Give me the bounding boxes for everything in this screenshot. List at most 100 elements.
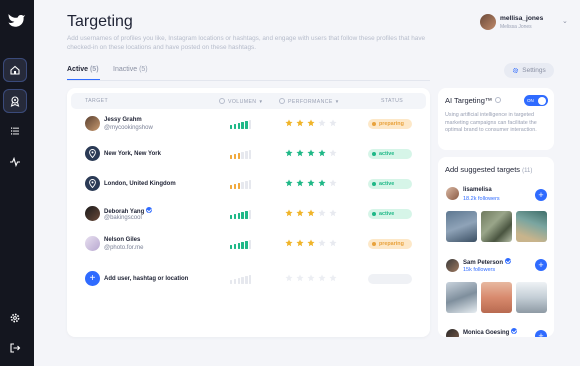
target-name: New York, New York (104, 151, 161, 157)
status-badge[interactable]: active (368, 209, 412, 219)
toggle-knob (538, 96, 546, 105)
suggested-count: (11) (522, 168, 533, 174)
ai-targeting-toggle[interactable]: ON (524, 95, 548, 106)
avatar (446, 187, 459, 200)
star-icon (307, 149, 315, 157)
add-suggested-button[interactable]: + (535, 189, 547, 201)
gear-icon (10, 313, 20, 323)
plus-icon[interactable]: + (85, 271, 100, 286)
avatar (446, 259, 459, 272)
status-placeholder (368, 274, 412, 284)
nav-activity-button[interactable] (3, 150, 27, 174)
performance-stars (285, 239, 337, 247)
volume-bar-segment (245, 211, 248, 219)
suggested-photo[interactable] (516, 211, 547, 242)
nav-targeting-button[interactable] (3, 89, 27, 113)
volume-bar-segment (230, 215, 233, 219)
star-icon (329, 179, 337, 187)
suggested-photo[interactable] (446, 282, 477, 313)
nav-list-button[interactable] (3, 119, 27, 143)
volume-bar-segment (248, 120, 252, 129)
avatar (446, 329, 459, 337)
volume-bar-segment (245, 181, 248, 189)
suggested-photo[interactable] (481, 282, 512, 313)
nav-home-button[interactable] (3, 58, 27, 82)
nav-logout-button[interactable] (3, 336, 27, 360)
table-row[interactable]: Jessy Grahm @mycookingshow preparing (67, 110, 430, 138)
nav-settings-button[interactable] (3, 306, 27, 330)
add-target-row[interactable]: + Add user, hashtag or location (67, 265, 430, 293)
chevron-down-icon[interactable]: ⌄ (562, 17, 568, 25)
target-name: Jessy Grahm (104, 117, 142, 123)
star-icon (318, 274, 326, 282)
table-row[interactable]: Nelson Giles @photo.for.me preparing (67, 230, 430, 258)
header-performance[interactable]: PERFORMANCE ▼ (279, 98, 340, 105)
suggested-photo[interactable] (516, 282, 547, 313)
tab-inactive-label: Inactive (113, 66, 138, 73)
volume-bar-segment (241, 182, 244, 189)
performance-stars (285, 149, 337, 157)
targets-table: TARGET VOLUMEN ▼ PERFORMANCE ▼ STATUS Jess… (67, 88, 430, 337)
add-target-label: Add user, hashtag or location (104, 276, 189, 282)
bird-logo-icon[interactable] (6, 10, 26, 30)
tab-inactive[interactable]: Inactive (5) (113, 66, 148, 73)
table-row[interactable]: Deborah Yang @bakingscool active (67, 200, 430, 228)
status-dot (372, 182, 376, 186)
add-suggested-button[interactable]: + (535, 330, 547, 337)
toggle-label: ON (527, 98, 534, 103)
suggested-photo[interactable] (446, 211, 477, 242)
location-pin-icon (89, 149, 96, 159)
status-badge[interactable]: active (368, 179, 412, 189)
header-volume[interactable]: VOLUMEN ▼ (219, 98, 263, 105)
settings-button[interactable]: Settings (504, 63, 554, 78)
user-menu[interactable]: mellisa_jones Melissa Jones ⌄ (480, 14, 580, 34)
target-handle: @photo.for.me (104, 245, 144, 251)
suggested-name: Sam Peterson (463, 258, 512, 266)
gear-icon (513, 67, 519, 74)
settings-label: Settings (522, 67, 546, 74)
suggested-followers: 18.2k followers (463, 196, 500, 202)
star-icon (296, 119, 304, 127)
divider (67, 80, 430, 81)
logout-icon (10, 343, 21, 353)
status-badge[interactable]: preparing (368, 119, 412, 129)
user-name: mellisa_jones (500, 15, 544, 22)
star-icon (307, 209, 315, 217)
status-label: preparing (379, 121, 404, 127)
header-target: TARGET (85, 98, 109, 104)
main-content: Targeting Add usernames of profiles you … (34, 0, 580, 366)
star-icon (307, 179, 315, 187)
volume-bar-segment (237, 183, 240, 189)
ai-targeting-card: AI Targeting™ ON Using artificial intell… (438, 88, 554, 150)
star-icon (329, 209, 337, 217)
star-icon (296, 274, 304, 282)
verified-icon (146, 207, 153, 213)
target-icon (10, 96, 20, 107)
suggested-photo[interactable] (481, 211, 512, 242)
sidebar (0, 0, 34, 366)
volume-bar-segment (233, 244, 237, 249)
volume-bar-segment (241, 122, 244, 129)
star-icon (307, 239, 315, 247)
suggested-name-text: Sam Peterson (463, 260, 504, 266)
status-badge[interactable]: active (368, 149, 412, 159)
suggested-name-text: Monica Goesing (463, 330, 510, 336)
status-badge[interactable]: preparing (368, 239, 412, 249)
star-icon (285, 119, 293, 127)
tab-inactive-count: (5) (139, 66, 148, 73)
page-title: Targeting (67, 13, 133, 30)
table-row[interactable]: London, United Kingdom active (67, 170, 430, 198)
performance-stars (285, 179, 337, 187)
target-name-text: London, United Kingdom (104, 181, 176, 187)
status-label: preparing (379, 241, 404, 247)
info-icon (219, 98, 225, 104)
table-row[interactable]: New York, New York active (67, 140, 430, 168)
volume-bar-segment (237, 123, 240, 129)
star-icon (318, 179, 326, 187)
target-name: Deborah Yang (104, 207, 153, 215)
status-dot (372, 152, 376, 156)
tab-active[interactable]: Active (5) (67, 66, 99, 73)
suggested-targets-card: Add suggested targets (11) lisamelisa 18… (438, 157, 554, 337)
add-suggested-button[interactable]: + (535, 259, 547, 271)
volume-bar-segment (248, 240, 252, 249)
